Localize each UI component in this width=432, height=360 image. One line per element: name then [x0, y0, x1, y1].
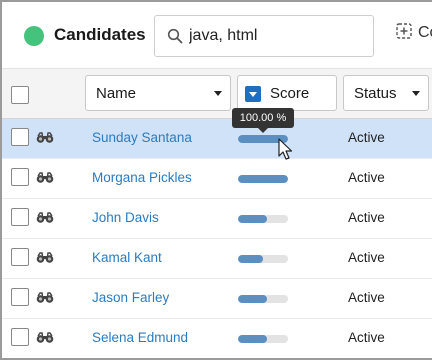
score-bar-fill: [238, 255, 263, 263]
row-checkbox[interactable]: [11, 128, 29, 146]
status-text: Active: [348, 250, 385, 265]
search-icon: [167, 28, 183, 44]
chevron-down-icon: [214, 91, 222, 96]
candidate-name-link[interactable]: Morgana Pickles: [92, 170, 192, 185]
candidate-name-link[interactable]: Kamal Kant: [92, 250, 162, 265]
columns-button-label: Co: [418, 24, 432, 41]
score-tooltip: 100.00 %: [232, 108, 294, 133]
status-text: Active: [348, 290, 385, 305]
search-input[interactable]: [189, 24, 369, 48]
candidate-name-link[interactable]: Sunday Santana: [92, 130, 192, 145]
table-row[interactable]: Kamal Kant Active: [2, 239, 432, 279]
table-row[interactable]: John Davis Active: [2, 199, 432, 239]
page-title: Candidates: [54, 25, 146, 44]
status-text: Active: [348, 130, 385, 145]
search-box[interactable]: [154, 15, 374, 57]
row-checkbox[interactable]: [11, 288, 29, 306]
sort-toggle-icon[interactable]: [245, 86, 261, 102]
binoculars-icon[interactable]: [36, 131, 54, 144]
row-checkbox[interactable]: [11, 328, 29, 346]
status-column-label: Status: [354, 85, 397, 102]
status-column-header[interactable]: Status: [343, 75, 429, 111]
row-checkbox[interactable]: [11, 208, 29, 226]
score-bar: [238, 255, 288, 263]
row-checkbox[interactable]: [11, 168, 29, 186]
table-row[interactable]: Jason Farley Active: [2, 279, 432, 319]
row-checkbox[interactable]: [11, 248, 29, 266]
candidate-name-link[interactable]: John Davis: [92, 210, 159, 225]
score-bar-fill: [238, 295, 267, 303]
binoculars-icon[interactable]: [36, 171, 54, 184]
mouse-cursor-icon: [278, 138, 293, 160]
status-text: Active: [348, 210, 385, 225]
score-bar-fill: [238, 175, 288, 183]
status-dot-icon: [24, 26, 44, 46]
binoculars-icon[interactable]: [36, 291, 54, 304]
chevron-down-icon: [412, 91, 420, 96]
binoculars-icon[interactable]: [36, 211, 54, 224]
score-bar: [238, 215, 288, 223]
score-column-label: Score: [270, 85, 310, 102]
table-row[interactable]: Sunday Santana Active: [2, 119, 432, 159]
score-bar-fill: [238, 335, 267, 343]
candidates-panel: Candidates Co Name Score Status: [0, 0, 432, 360]
score-bar: [238, 295, 288, 303]
select-all-checkbox[interactable]: [11, 86, 29, 104]
candidate-name-link[interactable]: Jason Farley: [92, 290, 169, 305]
name-column-label: Name: [96, 85, 137, 102]
table-row[interactable]: Morgana Pickles Active: [2, 159, 432, 199]
candidate-name-link[interactable]: Selena Edmund: [92, 330, 188, 345]
status-text: Active: [348, 330, 385, 345]
score-bar: [238, 175, 288, 183]
binoculars-icon[interactable]: [36, 251, 54, 264]
score-bar-fill: [238, 215, 267, 223]
score-column-header[interactable]: Score: [237, 75, 337, 111]
score-bar: [238, 335, 288, 343]
columns-button[interactable]: Co: [396, 23, 432, 42]
add-column-icon: [396, 23, 412, 39]
table-header: Name Score Status: [2, 68, 432, 119]
name-column-header[interactable]: Name: [85, 75, 231, 111]
status-text: Active: [348, 170, 385, 185]
binoculars-icon[interactable]: [36, 331, 54, 344]
table-row[interactable]: Selena Edmund Active: [2, 319, 432, 358]
panel-header: Candidates Co: [2, 2, 432, 68]
